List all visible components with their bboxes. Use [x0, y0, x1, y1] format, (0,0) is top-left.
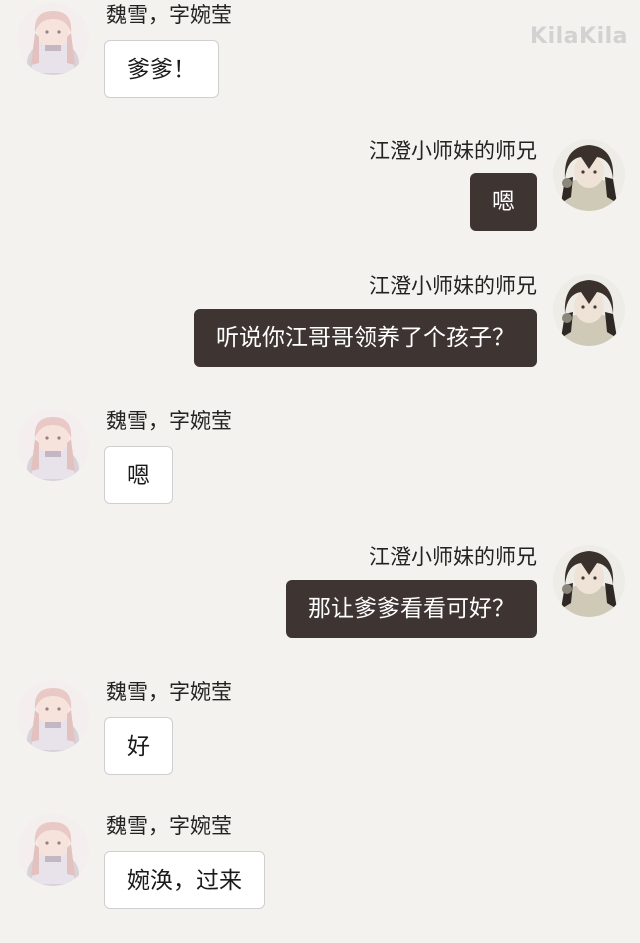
message-bubble[interactable]: 听说你江哥哥领养了个孩子？ — [194, 309, 537, 367]
message-bubble[interactable]: 那让爹爹看看可好？ — [286, 580, 537, 638]
avatar-pink-hair-girl-icon[interactable] — [17, 680, 89, 752]
sender-name: 江澄小师妹的师兄 — [369, 139, 537, 163]
avatar-pink-hair-girl-icon[interactable] — [17, 3, 89, 75]
sender-name: 江澄小师妹的师兄 — [369, 274, 537, 298]
sender-name: 魏雪，字婉莹 — [106, 814, 232, 838]
sender-name: 魏雪，字婉莹 — [106, 680, 232, 704]
watermark-logo: KilaKila — [530, 24, 628, 49]
message-bubble[interactable]: 嗯 — [470, 173, 537, 231]
message-bubble[interactable]: 嗯 — [104, 446, 173, 504]
avatar-dark-hair-man-icon[interactable] — [553, 545, 625, 617]
message-bubble[interactable]: 婉涣，过来 — [104, 851, 265, 909]
sender-name: 魏雪，字婉莹 — [106, 3, 232, 27]
avatar-dark-hair-man-icon[interactable] — [553, 274, 625, 346]
avatar-pink-hair-girl-icon[interactable] — [17, 409, 89, 481]
sender-name: 江澄小师妹的师兄 — [369, 545, 537, 569]
chat-screen: KilaKila 魏雪，字婉莹 爹爹！ 江澄小师妹的师兄 嗯 江澄小师妹的师兄 … — [0, 0, 640, 943]
message-bubble[interactable]: 爹爹！ — [104, 40, 219, 98]
sender-name: 魏雪，字婉莹 — [106, 409, 232, 433]
avatar-pink-hair-girl-icon[interactable] — [17, 814, 89, 886]
message-bubble[interactable]: 好 — [104, 717, 173, 775]
avatar-dark-hair-man-icon[interactable] — [553, 139, 625, 211]
